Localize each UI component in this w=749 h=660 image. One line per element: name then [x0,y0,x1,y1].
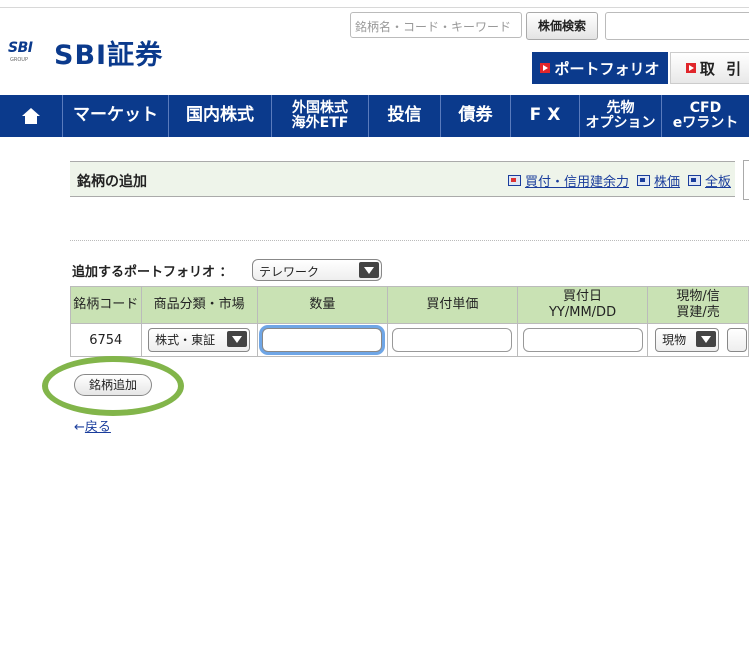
search-input[interactable]: 銘柄名・コード・キーワード [350,12,522,38]
quantity-input[interactable] [262,328,383,352]
nav-home[interactable] [0,95,63,137]
nav-market[interactable]: マーケット [63,95,169,137]
full-board-link-label: 全板 [704,175,731,190]
col-quantity: 数量 [256,286,388,324]
buying-power-link[interactable]: 買付・信用建余力 [507,171,629,190]
nav-foreign-stocks-line1: 外国株式 [292,100,348,117]
col-purchase-date-line1: 買付日 [563,288,603,304]
chevron-down-icon [696,331,717,347]
main-nav: マーケット 国内株式 外国株式 海外ETF 投信 債券 F X 先物 オプション C… [0,95,749,137]
section-header: 銘柄の追加 買付・信用建余力 株価 全板 [70,161,735,197]
nav-investment-trusts[interactable]: 投信 [369,95,441,137]
back-arrow-icon: ← [74,420,85,435]
purchase-date-cell [516,323,649,357]
chevron-down-icon [227,331,248,347]
market-cell: 株式・東証 [140,323,258,357]
type-select[interactable]: 現物 [655,328,720,352]
purchase-date-input[interactable] [522,328,643,352]
play-icon [685,63,696,73]
stock-price-link[interactable]: 株価 [636,171,680,190]
stock-price-link-label: 株価 [653,175,680,190]
nav-foreign-stocks-line2: 海外ETF [291,115,349,131]
chevron-down-icon [359,262,379,278]
page-title: 銘柄の追加 [77,174,147,190]
play-icon [540,63,551,73]
sbi-logo-icon: SBI GROUP [8,38,42,68]
col-purchase-date: 買付日 YY/MM/DD [516,286,649,324]
col-code: 銘柄コード [70,286,142,324]
col-purchase-date-line2: YY/MM/DD [548,305,617,320]
col-unit-price: 買付単価 [386,286,518,324]
trade-button-label: 取 引 [699,59,745,78]
logo-mark-text: SBI [8,39,33,56]
add-stock-button[interactable]: 銘柄追加 [74,374,152,396]
portfolio-select-label: 追加するポートフォリオ ： [72,265,233,280]
market-select-value: 株式・東証 [155,333,216,347]
portfolio-button-label: ポートフォリオ [554,59,660,78]
window-icon [507,175,521,186]
table-header-row: 銘柄コード 商品分類・市場 数量 買付単価 買付日 YY/MM/DD 現物/信 … [70,286,749,324]
stock-entry-table: 銘柄コード 商品分類・市場 数量 買付単価 買付日 YY/MM/DD 現物/信 … [70,286,749,357]
col-market: 商品分類・市場 [140,286,258,324]
logo-group-text: GROUP [10,56,28,63]
nav-bonds[interactable]: 債券 [441,95,511,137]
section-links: 買付・信用建余力 株価 全板 [507,171,731,190]
stock-search-button[interactable]: 株価検索 [526,12,598,40]
col-type-line1: 現物/信 [676,288,720,304]
full-board-link[interactable]: 全板 [687,171,731,190]
nav-futures-options[interactable]: 先物 オプション [580,95,662,137]
window-icon [687,175,701,186]
divider [70,240,749,241]
secondary-search-input[interactable] [605,12,749,40]
side-panel-edge [743,160,749,200]
col-type: 現物/信 買建/売 [647,286,749,324]
sbi-logo[interactable]: SBI GROUP SBI証券 [8,33,163,72]
nav-fx[interactable]: F X [511,95,580,137]
home-icon [22,108,40,124]
portfolio-button[interactable]: ポートフォリオ [532,52,668,84]
unit-price-cell [386,323,518,357]
back-link[interactable]: ←戻る [74,416,111,435]
quantity-cell [256,323,388,357]
nav-foreign-stocks[interactable]: 外国株式 海外ETF [272,95,369,137]
position-select[interactable] [727,328,748,352]
col-type-line2: 買建/売 [676,305,720,320]
portfolio-select[interactable]: テレワーク [252,259,382,281]
trade-button[interactable]: 取 引 [670,52,749,84]
buying-power-link-label: 買付・信用建余力 [524,175,629,190]
nav-cfd[interactable]: CFD eワラント [662,95,749,137]
nav-cfd-line2: eワラント [672,115,739,131]
table-row: 6754 株式・東証 現物 [70,323,749,357]
stock-code-cell: 6754 [70,323,142,357]
portfolio-select-value: テレワーク [259,265,320,279]
nav-futures-line2: オプション [585,115,656,131]
top-border [0,0,749,8]
market-select[interactable]: 株式・東証 [148,328,251,352]
type-cell: 現物 [647,323,749,357]
type-select-value: 現物 [662,333,687,347]
logo-text: SBI証券 [54,40,164,71]
nav-cfd-line1: CFD [689,100,722,117]
nav-futures-line1: 先物 [606,100,635,117]
unit-price-input[interactable] [392,328,513,352]
back-link-label: 戻る [84,420,111,435]
nav-domestic-stocks[interactable]: 国内株式 [169,95,272,137]
window-icon [636,175,650,186]
